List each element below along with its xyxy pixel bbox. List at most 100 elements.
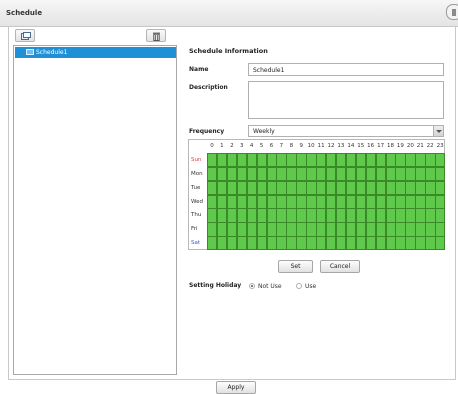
hour-label[interactable]: 7 <box>276 143 286 149</box>
time-cell[interactable] <box>406 167 415 181</box>
time-cell[interactable] <box>267 167 276 181</box>
hour-label[interactable]: 21 <box>415 143 425 149</box>
time-cell[interactable] <box>277 195 286 208</box>
time-cell[interactable] <box>336 237 346 250</box>
time-cell[interactable] <box>237 223 247 236</box>
delete-schedule-button[interactable] <box>146 29 166 42</box>
time-cell[interactable] <box>217 167 227 181</box>
time-cell[interactable] <box>386 167 395 181</box>
time-cell[interactable] <box>416 209 425 222</box>
time-cell[interactable] <box>208 209 217 222</box>
time-cell[interactable] <box>366 195 376 208</box>
time-cell[interactable] <box>406 181 415 195</box>
time-cell[interactable] <box>406 195 415 208</box>
time-cell[interactable] <box>217 154 227 167</box>
time-cell[interactable] <box>436 195 445 208</box>
time-cell[interactable] <box>336 181 346 195</box>
time-cell[interactable] <box>396 181 405 195</box>
time-cell[interactable] <box>297 237 306 250</box>
time-cell[interactable] <box>287 237 296 250</box>
time-cell[interactable] <box>386 181 395 195</box>
time-cell[interactable] <box>257 154 266 167</box>
time-cell[interactable] <box>346 223 356 236</box>
time-cell[interactable] <box>277 181 286 195</box>
time-cell[interactable] <box>346 195 356 208</box>
day-label[interactable]: Thu <box>191 212 207 218</box>
hour-label[interactable]: 18 <box>386 143 396 149</box>
time-cell[interactable] <box>426 223 435 236</box>
time-cell[interactable] <box>217 237 227 250</box>
time-cell[interactable] <box>327 195 336 208</box>
time-cell[interactable] <box>287 223 296 236</box>
time-cell[interactable] <box>396 223 405 236</box>
time-cell[interactable] <box>307 223 316 236</box>
time-cell[interactable] <box>317 237 326 250</box>
time-cell[interactable] <box>237 154 247 167</box>
time-cell[interactable] <box>366 237 376 250</box>
hour-label[interactable]: 19 <box>395 143 405 149</box>
time-cell[interactable] <box>426 195 435 208</box>
hour-label[interactable]: 3 <box>237 143 247 149</box>
time-cell[interactable] <box>327 237 336 250</box>
time-cell[interactable] <box>327 181 336 195</box>
time-cell[interactable] <box>247 154 257 167</box>
time-cell[interactable] <box>297 223 306 236</box>
cancel-button[interactable]: Cancel <box>320 260 360 273</box>
time-cell[interactable] <box>297 167 306 181</box>
time-cell[interactable] <box>416 154 425 167</box>
chevron-down-icon[interactable] <box>433 126 443 136</box>
time-cell[interactable] <box>386 237 395 250</box>
time-cell[interactable] <box>346 181 356 195</box>
hour-label[interactable]: 22 <box>425 143 435 149</box>
time-cell[interactable] <box>227 209 237 222</box>
time-cell[interactable] <box>307 195 316 208</box>
time-cell[interactable] <box>257 237 266 250</box>
time-cell[interactable] <box>366 167 376 181</box>
time-cell[interactable] <box>317 223 326 236</box>
time-cell[interactable] <box>267 195 276 208</box>
use-radio[interactable] <box>296 283 302 289</box>
time-cell[interactable] <box>336 195 346 208</box>
time-cell[interactable] <box>396 195 405 208</box>
time-cell[interactable] <box>217 195 227 208</box>
time-cell[interactable] <box>277 167 286 181</box>
time-cell[interactable] <box>416 195 425 208</box>
time-cell[interactable] <box>426 181 435 195</box>
day-label[interactable]: Mon <box>191 171 207 177</box>
time-cell[interactable] <box>257 195 266 208</box>
time-cell[interactable] <box>227 181 237 195</box>
time-cell[interactable] <box>257 167 266 181</box>
time-cell[interactable] <box>297 209 306 222</box>
time-cell[interactable] <box>406 154 415 167</box>
time-cell[interactable] <box>297 154 306 167</box>
time-cell[interactable] <box>336 154 346 167</box>
time-cell[interactable] <box>237 167 247 181</box>
time-cell[interactable] <box>277 223 286 236</box>
time-cell[interactable] <box>208 195 217 208</box>
time-cell[interactable] <box>217 223 227 236</box>
time-cell[interactable] <box>436 209 445 222</box>
time-cell[interactable] <box>366 209 376 222</box>
time-cell[interactable] <box>208 223 217 236</box>
time-cell[interactable] <box>356 209 366 222</box>
time-cell[interactable] <box>366 223 376 236</box>
hour-label[interactable]: 11 <box>316 143 326 149</box>
time-cell[interactable] <box>376 209 385 222</box>
time-cell[interactable] <box>317 167 326 181</box>
hour-label[interactable]: 6 <box>267 143 277 149</box>
hour-label[interactable]: 5 <box>257 143 267 149</box>
time-cell[interactable] <box>356 167 366 181</box>
time-cell[interactable] <box>436 167 445 181</box>
time-cell[interactable] <box>247 237 257 250</box>
time-cell[interactable] <box>227 237 237 250</box>
time-cell[interactable] <box>227 195 237 208</box>
hour-label[interactable]: 8 <box>286 143 296 149</box>
time-cell[interactable] <box>317 209 326 222</box>
time-cell[interactable] <box>257 223 266 236</box>
time-cell[interactable] <box>247 209 257 222</box>
time-cell[interactable] <box>416 237 425 250</box>
time-cell[interactable] <box>346 237 356 250</box>
time-cell[interactable] <box>336 223 346 236</box>
time-cell[interactable] <box>208 237 217 250</box>
time-cell[interactable] <box>376 223 385 236</box>
